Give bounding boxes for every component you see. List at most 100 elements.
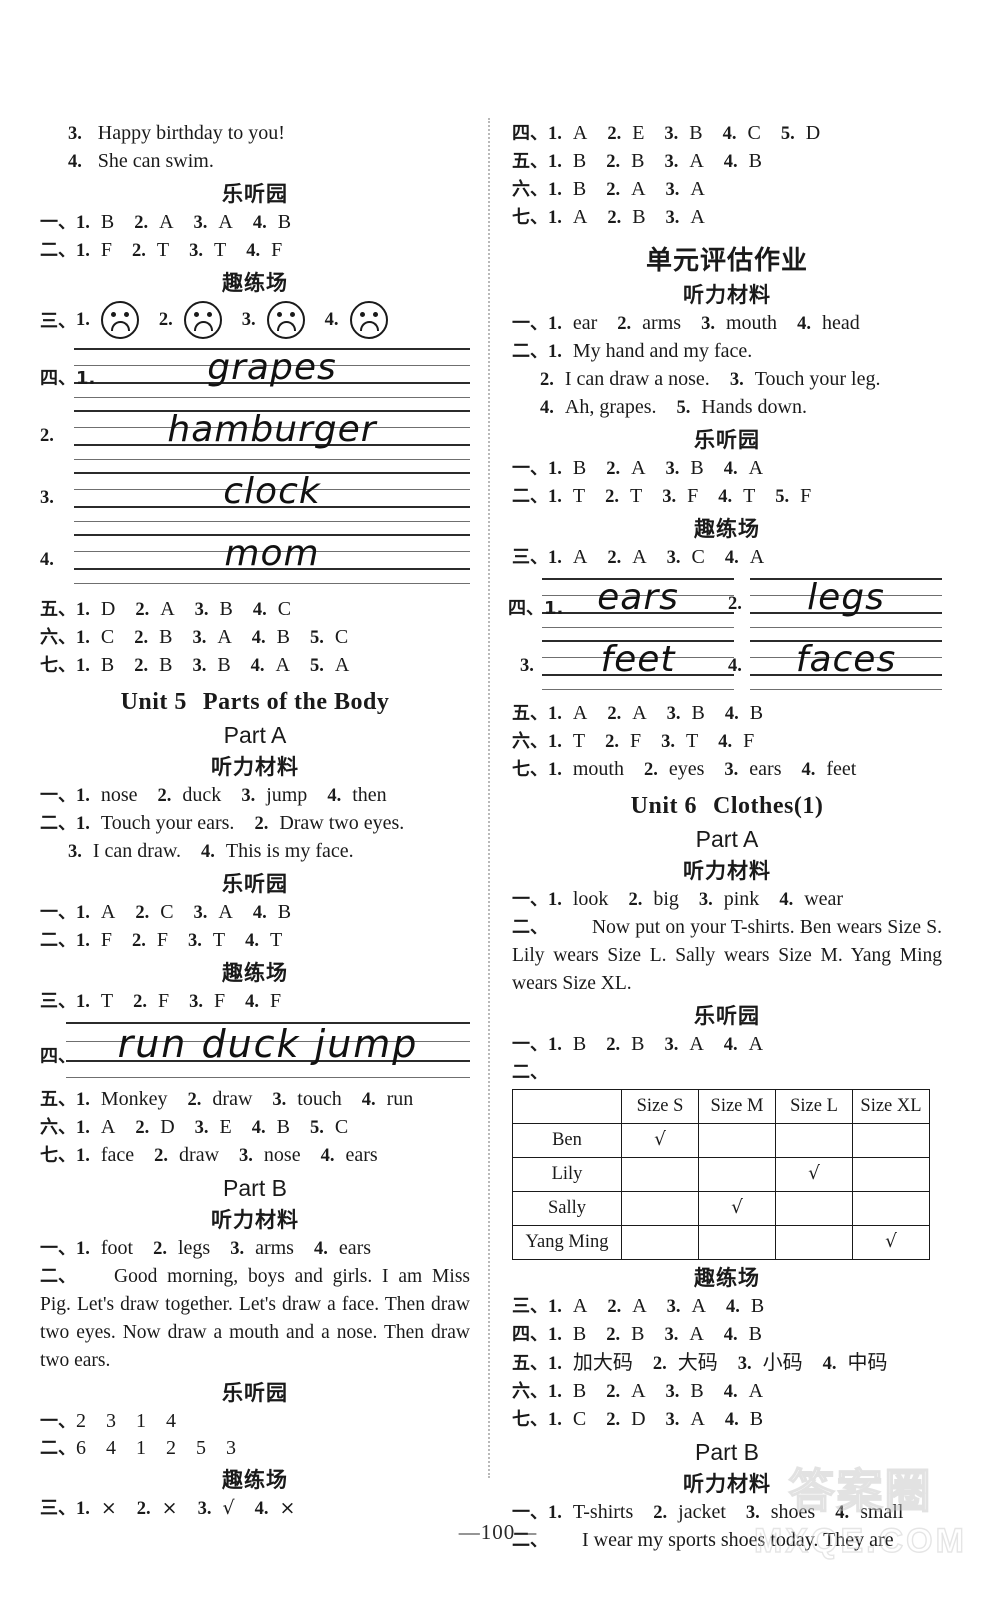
answer-value: B	[159, 626, 173, 648]
section-number: 五、	[512, 1353, 548, 1374]
section-number: 一、	[40, 1411, 76, 1432]
q-num: 4.	[723, 1325, 738, 1345]
item-text: She can swim.	[97, 150, 214, 172]
answer-row: 六、1. A 2. D 3. E 4. B 5. C	[40, 1114, 470, 1142]
answer-value: ears	[338, 1237, 372, 1259]
sad-face-icon	[266, 301, 305, 339]
answer-value: B	[100, 654, 115, 676]
item-text: Happy birthday to you!	[97, 122, 285, 144]
answer-row: 二、	[512, 1059, 942, 1086]
q-num: 1.	[76, 656, 90, 676]
handwriting-cell: 3. feet	[520, 634, 734, 696]
q-num: 4.	[246, 241, 261, 261]
sad-face-icon	[183, 301, 222, 339]
handwriting-word: clock	[223, 471, 321, 512]
item-number: 3.	[68, 124, 82, 144]
answer-row: 3. I can draw. 4. This is my face.	[40, 838, 470, 866]
q-num: 3.	[664, 1035, 679, 1055]
handwriting-word: ears	[597, 577, 679, 618]
answer-value: C	[100, 626, 115, 648]
handwriting-row-label: 4.	[40, 550, 54, 570]
answer-value: foot	[100, 1237, 134, 1259]
q-num: 4.	[251, 1118, 266, 1138]
q-num: 2.	[606, 1035, 621, 1055]
q-num: 3.	[272, 1090, 287, 1110]
answer-value: B	[690, 457, 704, 479]
left-column: 3. Happy birthday to you! 4. She can swi…	[40, 120, 470, 1523]
answer-value: A	[159, 211, 174, 233]
section-number: 七、	[40, 655, 76, 676]
answer-value: A	[632, 1295, 647, 1317]
q-num: 4.	[718, 487, 733, 507]
q-num: 1.	[76, 992, 90, 1012]
q-num: 2.	[187, 1090, 202, 1110]
answer-value: B	[276, 626, 290, 648]
section-number: 三、	[512, 1296, 548, 1317]
answer-value: B	[277, 211, 292, 233]
answer-value: B	[219, 598, 233, 620]
q-num: 4.	[254, 1499, 269, 1519]
answer-row: 一、1. nose 2. duck 3. jump 4. then	[40, 782, 470, 810]
q-num: 3.	[665, 459, 680, 479]
answer-row: 七、1. C 2. D 3. A 4. B	[512, 1406, 942, 1434]
answer-value: 小码	[762, 1350, 803, 1374]
section-heading-qulianchang: 趣练场	[222, 271, 288, 295]
listening-script: 二、 Now put on your T-shirts. Ben wears Si…	[512, 914, 942, 998]
answer-value: Draw two eyes.	[279, 812, 405, 834]
answer-row: 二、1. My hand and my face.	[512, 338, 942, 366]
table-cell-mark	[698, 1225, 776, 1260]
handwriting-grid-row: 四、1. ears 2. legs	[508, 572, 942, 634]
answer-value: T	[572, 485, 586, 507]
handwriting-cell: 四、1. ears	[508, 572, 734, 634]
section-heading-letingyuan: 乐听园	[694, 428, 760, 452]
answer-value: B	[572, 1033, 587, 1055]
section-number: 一、	[512, 1034, 548, 1055]
q-num: 1.	[76, 1239, 90, 1259]
answer-value: F	[687, 485, 699, 507]
q-num: 3.	[724, 760, 739, 780]
table-cell-mark: √	[775, 1157, 853, 1192]
answer-value: C	[572, 1408, 587, 1430]
part-heading-a: Part A	[695, 826, 759, 852]
q-num: 1.	[548, 1382, 562, 1402]
table-col-header-name	[512, 1089, 622, 1124]
answer-row: 一、1. ear 2. arms 3. mouth 4. head	[512, 310, 942, 338]
q-num: 3.	[665, 180, 680, 200]
answer-value: B	[631, 150, 645, 172]
answer-value: A	[689, 150, 704, 172]
q-num: 2.	[606, 459, 621, 479]
q-num: 2.	[134, 656, 149, 676]
q-num: 2.	[135, 903, 150, 923]
q-num: 2.	[606, 180, 621, 200]
q-num: 1.	[548, 1035, 562, 1055]
answer-row: 六、1. T 2. F 3. T 4. F	[512, 728, 942, 756]
section-number: 三、	[512, 547, 548, 568]
unit-title-unit5: Unit 5 Parts of the Body	[40, 689, 470, 716]
answer-value: look	[572, 888, 609, 910]
handwriting-row-label: 3.	[40, 488, 54, 508]
part-heading-b: Part B	[695, 1439, 759, 1465]
answer-value: B	[572, 1323, 587, 1345]
table-cell-name: Yang Ming	[512, 1225, 622, 1260]
section-number: 二、	[40, 813, 76, 834]
answer-value: E	[632, 122, 645, 144]
q-num: 4.	[200, 842, 215, 862]
answer-value: arms	[642, 312, 682, 334]
section-number: 三、	[40, 1498, 76, 1519]
q-num: 3.	[701, 314, 715, 334]
answer-value: A	[100, 1116, 116, 1138]
unit-name: Clothes(1)	[713, 793, 824, 819]
answer-row: 2. I can draw a nose. 3. Touch your leg.	[512, 366, 942, 394]
q-num: 4.	[252, 903, 267, 923]
answer-mark: ×	[100, 1497, 117, 1519]
answer-value: 1	[136, 1437, 146, 1459]
q-num: 3.	[68, 842, 82, 862]
section-heading-unit-assessment: 单元评估作业	[645, 246, 808, 276]
answer-value: C	[334, 1116, 349, 1138]
table-row: Ben √	[512, 1123, 930, 1158]
section-heading-qulianchang: 趣练场	[222, 961, 288, 985]
answer-value: E	[219, 1116, 232, 1138]
q-num: 5.	[309, 628, 324, 648]
answer-value: C	[277, 598, 292, 620]
section-number: 一、	[512, 313, 548, 334]
